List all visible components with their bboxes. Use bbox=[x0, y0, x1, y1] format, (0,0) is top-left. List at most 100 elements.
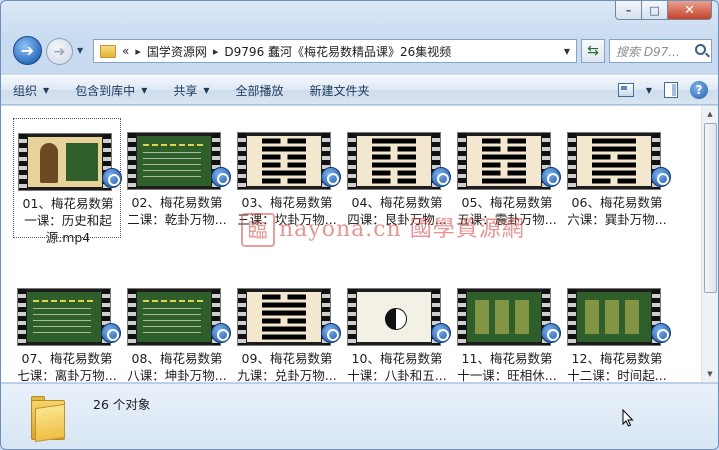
address-segment-root[interactable]: 国学资源网 bbox=[147, 43, 207, 60]
address-segment-current[interactable]: D9796 蠢河《梅花易数精品课》26集视频 bbox=[224, 43, 451, 60]
refresh-button[interactable]: ⇆ bbox=[581, 39, 605, 63]
file-item[interactable]: 05、梅花易数第 五课：震卦万物... bbox=[453, 118, 561, 227]
explorer-window: – □ ✕ ➔ ➔ ▼ « ▸ 国学资源网 ▸ D9796 蠢河《梅花易数精品课… bbox=[0, 0, 719, 450]
scroll-up-icon[interactable]: ▲ bbox=[702, 106, 718, 122]
folder-icon bbox=[100, 44, 116, 58]
media-player-icon bbox=[101, 323, 121, 343]
scroll-down-icon[interactable]: ▼ bbox=[702, 366, 718, 382]
include-in-library-menu[interactable]: 包含到库中 ▼ bbox=[63, 76, 161, 104]
media-player-icon bbox=[431, 167, 451, 187]
file-name-line: 源.mp4 bbox=[45, 230, 91, 245]
media-player-icon bbox=[211, 323, 231, 343]
file-item[interactable]: 11、梅花易数第 十一课：旺相休... bbox=[453, 274, 561, 383]
file-name: 07、梅花易数第 七课：离卦万物... bbox=[13, 350, 121, 384]
file-name-line: 十二课：时间起... bbox=[567, 368, 667, 383]
file-item[interactable]: 04、梅花易数第 四课：艮卦万物... bbox=[343, 118, 451, 227]
file-item[interactable]: 01、梅花易数第 一课：历史和起 源.mp4 bbox=[13, 118, 122, 245]
media-player-icon bbox=[651, 323, 671, 343]
video-thumbnail bbox=[457, 132, 551, 190]
change-view-icon[interactable] bbox=[617, 83, 634, 97]
new-folder-label: 新建文件夹 bbox=[309, 83, 370, 98]
file-name-line: 04、梅花易数第 bbox=[351, 195, 443, 210]
file-name-line: 06、梅花易数第 bbox=[571, 195, 663, 210]
hexagram-icon bbox=[262, 136, 306, 186]
command-toolbar: 组织 ▼ 包含到库中 ▼ 共享 ▼ 全部播放 新建文件夹 ▼ ? bbox=[1, 75, 718, 105]
hexagram-icon bbox=[592, 136, 636, 186]
file-name: 11、梅花易数第 十一课：旺相休... bbox=[453, 350, 561, 384]
file-item[interactable]: 06、梅花易数第 六课：巽卦万物... bbox=[563, 118, 671, 227]
file-name-line: 六课：巽卦万物... bbox=[567, 212, 667, 227]
file-item[interactable]: 03、梅花易数第 三课：坎卦万物... bbox=[233, 118, 341, 227]
toolbar-right: ▼ ? bbox=[617, 81, 708, 99]
video-thumbnail bbox=[127, 288, 221, 346]
video-thumbnail bbox=[567, 132, 661, 190]
minimize-button[interactable]: – bbox=[615, 1, 642, 20]
vertical-scrollbar[interactable]: ▲ ▼ bbox=[701, 106, 718, 382]
navigation-row: ➔ ➔ ▼ « ▸ 国学资源网 ▸ D9796 蠢河《梅花易数精品课》26集视频… bbox=[9, 34, 712, 65]
file-name-line: 10、梅花易数第 bbox=[351, 351, 443, 366]
file-item[interactable]: 02、梅花易数第 二课：乾卦万物... bbox=[123, 118, 231, 227]
file-name-line: 02、梅花易数第 bbox=[131, 195, 223, 210]
search-icon[interactable] bbox=[695, 44, 706, 55]
play-all-button[interactable]: 全部播放 bbox=[224, 76, 298, 104]
file-item[interactable]: 09、梅花易数第 九课：兑卦万物... bbox=[233, 274, 341, 383]
file-name: 06、梅花易数第 六课：巽卦万物... bbox=[563, 194, 671, 228]
video-thumbnail bbox=[347, 132, 441, 190]
share-label: 共享 bbox=[173, 83, 198, 98]
address-separator-icon[interactable]: ▸ bbox=[213, 45, 219, 58]
scrollbar-thumb[interactable] bbox=[704, 123, 717, 293]
chevron-down-icon: ▼ bbox=[43, 85, 50, 95]
recent-pages-dropdown[interactable]: ▼ bbox=[77, 46, 83, 55]
back-button[interactable]: ➔ bbox=[13, 36, 42, 65]
file-name-line: 二课：乾卦万物... bbox=[127, 212, 227, 227]
media-player-icon bbox=[541, 167, 561, 187]
mouse-cursor-icon bbox=[622, 409, 634, 427]
organize-label: 组织 bbox=[13, 83, 38, 98]
organize-menu[interactable]: 组织 ▼ bbox=[1, 76, 63, 104]
file-name: 10、梅花易数第 十课：八卦和五... bbox=[343, 350, 451, 384]
file-item[interactable]: 12、梅花易数第 十二课：时间起... bbox=[563, 274, 671, 383]
hexagram-icon bbox=[482, 136, 526, 186]
address-overflow-chevron[interactable]: « bbox=[122, 44, 129, 58]
file-item[interactable]: 07、梅花易数第 七课：离卦万物... bbox=[13, 274, 121, 383]
address-bar[interactable]: « ▸ 国学资源网 ▸ D9796 蠢河《梅花易数精品课》26集视频 ▼ bbox=[93, 39, 577, 63]
file-name-line: 05、梅花易数第 bbox=[461, 195, 553, 210]
chevron-down-icon: ▼ bbox=[203, 85, 210, 95]
video-thumbnail bbox=[237, 132, 331, 190]
file-name-line: 07、梅花易数第 bbox=[21, 351, 113, 366]
media-player-icon bbox=[102, 168, 122, 188]
address-dropdown-icon[interactable]: ▼ bbox=[564, 47, 570, 56]
preview-pane-icon[interactable] bbox=[664, 82, 678, 98]
file-name-line: 03、梅花易数第 bbox=[241, 195, 333, 210]
file-name: 08、梅花易数第 八课：坤卦万物... bbox=[123, 350, 231, 384]
video-thumbnail bbox=[457, 288, 551, 346]
media-player-icon bbox=[651, 167, 671, 187]
address-separator-icon[interactable]: ▸ bbox=[135, 45, 141, 58]
folder-icon bbox=[31, 394, 65, 443]
watermark: 臨 nayona.cn 國學資源網 bbox=[241, 211, 525, 247]
details-pane: 26 个对象 bbox=[1, 383, 718, 449]
file-name-line: 12、梅花易数第 bbox=[571, 351, 663, 366]
file-name: 09、梅花易数第 九课：兑卦万物... bbox=[233, 350, 341, 384]
watermark-seal: 臨 bbox=[241, 213, 275, 247]
share-menu[interactable]: 共享 ▼ bbox=[161, 76, 223, 104]
caption-buttons: – □ ✕ bbox=[615, 1, 712, 20]
file-item[interactable]: 08、梅花易数第 八课：坤卦万物... bbox=[123, 274, 231, 383]
media-player-icon bbox=[321, 167, 341, 187]
forward-button[interactable]: ➔ bbox=[46, 38, 73, 65]
video-thumbnail bbox=[17, 288, 111, 346]
help-icon[interactable]: ? bbox=[690, 81, 708, 99]
new-folder-button[interactable]: 新建文件夹 bbox=[298, 76, 384, 104]
maximize-button[interactable]: □ bbox=[642, 1, 668, 20]
search-input[interactable]: 搜索 D97... bbox=[609, 39, 712, 63]
video-thumbnail bbox=[347, 288, 441, 346]
file-name: 02、梅花易数第 二课：乾卦万物... bbox=[123, 194, 231, 228]
view-options-dropdown[interactable]: ▼ bbox=[646, 86, 652, 95]
media-player-icon bbox=[211, 167, 231, 187]
file-name-line: 十课：八卦和五... bbox=[347, 368, 447, 383]
file-item[interactable]: 10、梅花易数第 十课：八卦和五... bbox=[343, 274, 451, 383]
play-all-label: 全部播放 bbox=[235, 83, 284, 98]
file-name-line: 09、梅花易数第 bbox=[241, 351, 333, 366]
file-name-line: 七课：离卦万物... bbox=[17, 368, 117, 383]
close-button[interactable]: ✕ bbox=[668, 1, 712, 20]
